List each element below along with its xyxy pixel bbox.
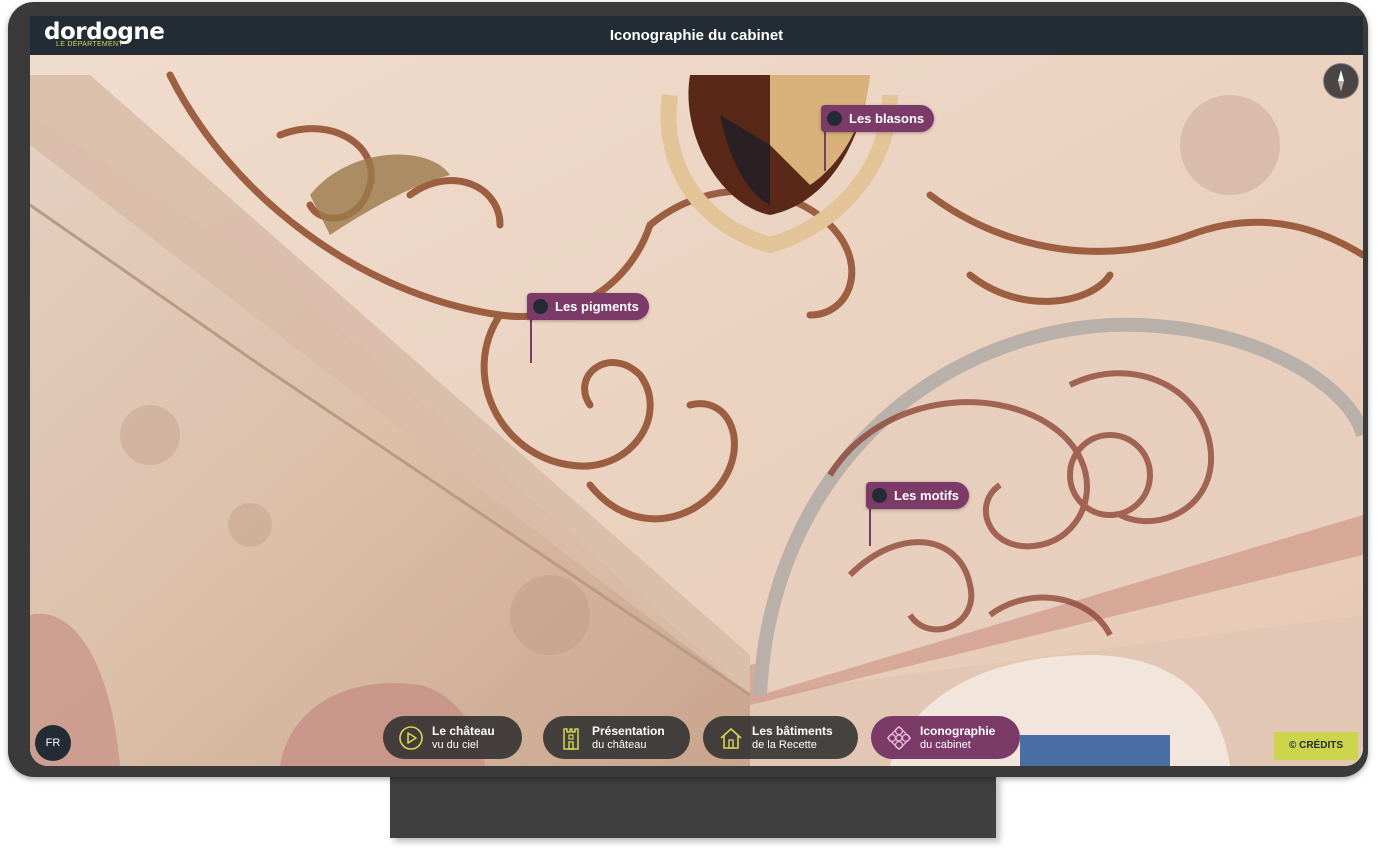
hotspot-text: Les blasons xyxy=(849,111,925,126)
nav-label-title: Les bâtiments xyxy=(752,724,833,738)
castle-tower-icon xyxy=(563,728,579,750)
nav-label-title: Le château xyxy=(432,724,495,738)
language-button[interactable]: FR xyxy=(35,725,71,761)
nav-label-title: Présentation xyxy=(592,724,665,738)
nav-batiments-recette[interactable]: Les bâtiments de la Recette xyxy=(703,716,858,759)
credits-button[interactable]: © CRÉDITS xyxy=(1274,732,1358,760)
monitor-stand xyxy=(390,776,996,838)
hotspot-pole xyxy=(824,131,826,171)
hotspot-text: Les motifs xyxy=(894,488,960,503)
nav-label-title: Iconographie xyxy=(920,724,996,738)
nav-presentation-chateau[interactable]: Présentation du château xyxy=(543,716,690,759)
nav-label-subtitle: du château xyxy=(592,739,647,751)
header-bar: dordogne LE DÉPARTEMENT Iconographie du … xyxy=(30,16,1363,55)
nav-label-subtitle: vu du ciel xyxy=(432,739,479,751)
hotspot-label[interactable]: Les pigments xyxy=(527,293,649,320)
house-icon xyxy=(720,728,742,749)
app-screen: dordogne LE DÉPARTEMENT Iconographie du … xyxy=(30,16,1363,766)
hotspot-dot-icon xyxy=(533,299,548,314)
hotspot-dot-icon xyxy=(827,111,842,126)
hotspot-label[interactable]: Les motifs xyxy=(866,482,970,509)
hotspot-dot-icon xyxy=(872,488,887,503)
nav-iconographie-cabinet[interactable]: Iconographie du cabinet xyxy=(871,716,1020,759)
ornament-icon xyxy=(886,725,912,751)
nav-label-subtitle: de la Recette xyxy=(752,739,817,751)
fresco-panorama xyxy=(30,55,1363,766)
monitor-frame: dordogne LE DÉPARTEMENT Iconographie du … xyxy=(8,2,1368,777)
hotspot-text: Les pigments xyxy=(555,299,639,314)
nav-label-subtitle: du cabinet xyxy=(920,739,971,751)
nav-chateau-vu-du-ciel[interactable]: Le château vu du ciel xyxy=(383,716,522,759)
hotspot-pole xyxy=(869,508,871,546)
hotspot-label[interactable]: Les blasons xyxy=(821,105,935,132)
compass-icon[interactable] xyxy=(1323,63,1359,99)
play-icon xyxy=(399,726,423,750)
page-title: Iconographie du cabinet xyxy=(609,27,784,44)
hotspot-pole xyxy=(530,319,532,363)
panorama-viewer[interactable] xyxy=(30,55,1363,766)
